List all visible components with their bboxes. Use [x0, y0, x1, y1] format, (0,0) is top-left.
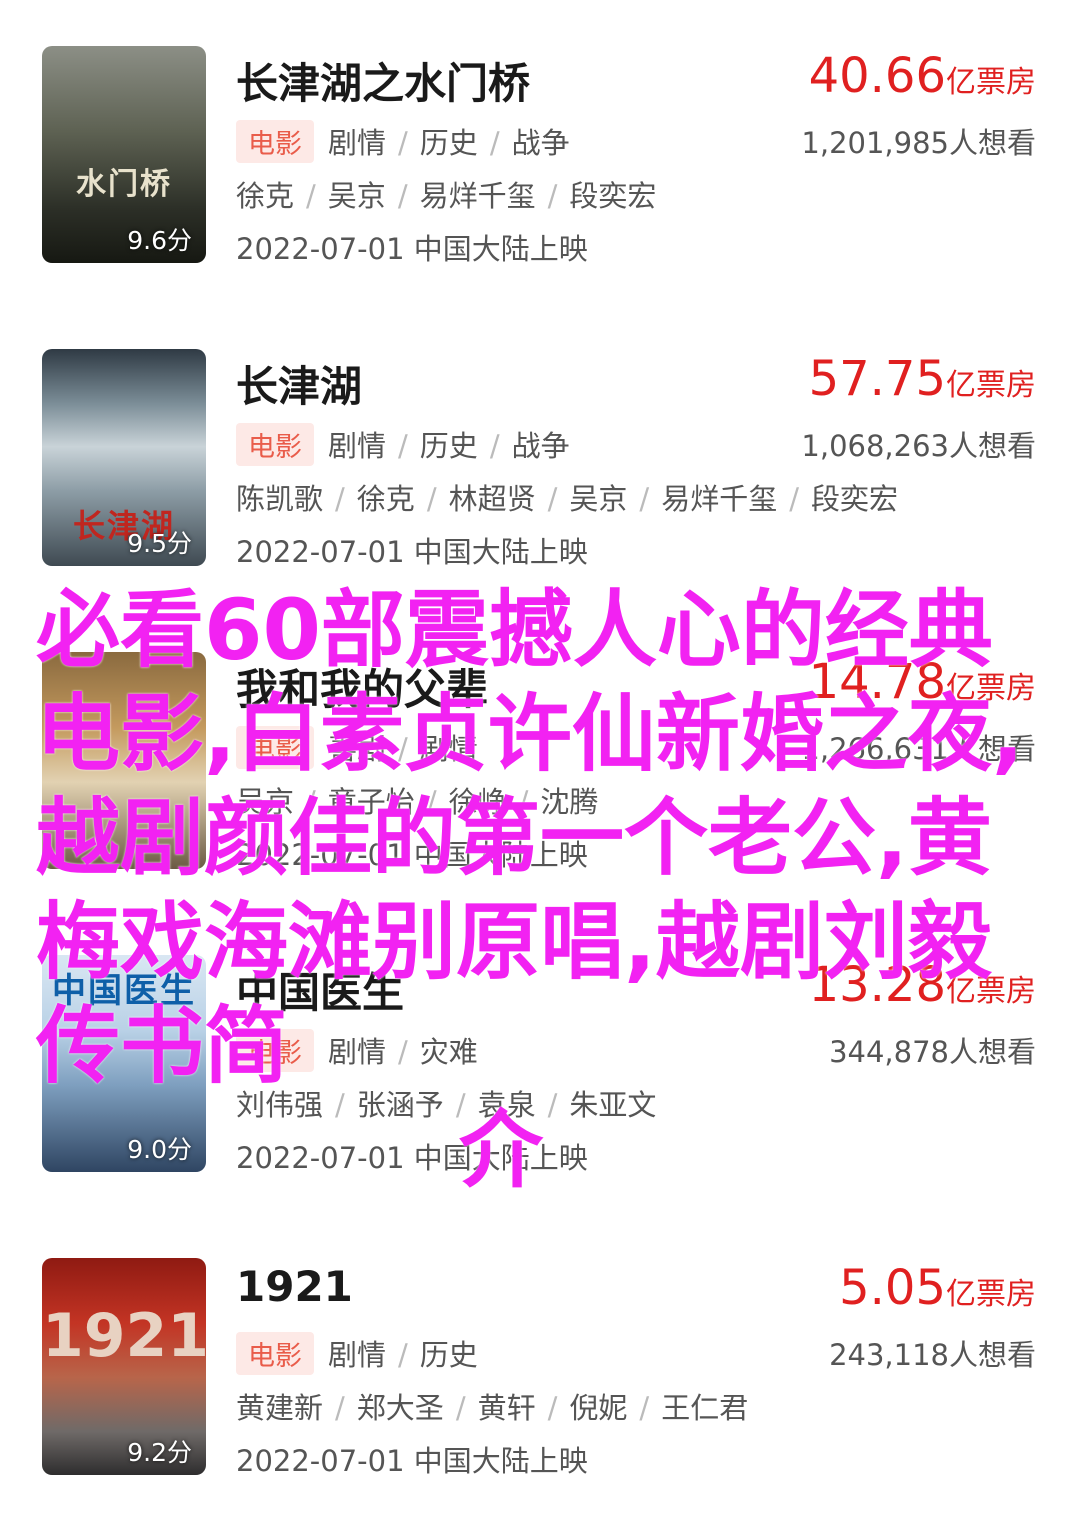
box-office-unit: 亿票房: [946, 65, 1036, 100]
release-date: 2022-07-01 中国大陆上映: [236, 535, 588, 569]
box-office: 5.05亿票房: [839, 1260, 1036, 1316]
movie-score: 9.6分: [127, 226, 192, 255]
cast-member: 郑大圣: [356, 1391, 444, 1425]
cast-line: 陈凯歌 / 徐克 / 林超贤 / 吴京 / 易烊千玺 / 段奕宏: [236, 482, 898, 516]
movie-score: 9.2分: [127, 1438, 192, 1467]
cast-line: 黄建新 / 郑大圣 / 黄轩 / 倪妮 / 王仁君: [236, 1391, 749, 1425]
cast-member: 段奕宏: [569, 179, 657, 213]
box-office-value: 5.05: [839, 1260, 946, 1316]
movie-poster[interactable]: 水门桥 9.6分: [42, 46, 206, 263]
want-count: 1,201,985人想看: [801, 126, 1036, 160]
movie-info: 长津湖 57.75亿票房 电影 剧情 / 历史 / 战争 1,068,263人想看 陈凯歌…: [236, 343, 1036, 573]
box-office-unit: 亿票房: [946, 368, 1036, 403]
want-count: 1,068,263人想看: [801, 429, 1036, 463]
type-badge: 电影: [236, 423, 314, 466]
overlay-text: 必看60部震撼人心的经典电影,白素贞许仙新婚之夜,越剧颜佳的第一个老公,黄梅戏海…: [36, 581, 1024, 1095]
release-date: 2022-07-01 中国大陆上映: [236, 1444, 588, 1478]
type-badge: 电影: [236, 120, 314, 163]
movie-poster[interactable]: 1921 9.2分: [42, 1258, 206, 1475]
cast-member: 倪妮: [569, 1391, 628, 1425]
genre-tag: 剧情: [328, 429, 387, 463]
cast-member: 吴京: [569, 482, 628, 516]
genre-tag: 剧情: [328, 126, 387, 160]
genre-line: 电影 剧情 / 历史 / 战争: [236, 120, 570, 163]
box-office-value: 57.75: [808, 351, 946, 407]
cast-member: 黄轩: [477, 1391, 536, 1425]
movie-title[interactable]: 长津湖: [236, 353, 362, 414]
poster-title-text: 1921: [42, 1301, 206, 1372]
type-badge: 电影: [236, 1332, 314, 1375]
genre-tag: 战争: [511, 429, 570, 463]
movie-score: 9.5分: [127, 529, 192, 558]
genre-tag: 历史: [419, 126, 478, 160]
poster-title-text: 水门桥: [76, 166, 172, 202]
cast-member: 黄建新: [236, 1391, 324, 1425]
cast-member: 段奕宏: [810, 482, 898, 516]
genre-tag: 历史: [419, 429, 478, 463]
box-office-unit: 亿票房: [946, 1277, 1036, 1312]
movie-info: 1921 5.05亿票房 电影 剧情 / 历史 243,118人想看 黄建新 / 郑大圣 /…: [236, 1252, 1036, 1482]
movie-info: 长津湖之水门桥 40.66亿票房 电影 剧情 / 历史 / 战争 1,201,985人想看…: [236, 40, 1036, 270]
cast-member: 吴京: [327, 179, 386, 213]
cast-member: 易烊千玺: [661, 482, 778, 516]
overlay-text-tail: 介: [458, 1101, 543, 1199]
genre-tag: 历史: [419, 1338, 478, 1372]
movie-card[interactable]: 1921 9.2分 1921 5.05亿票房 电影 剧情 / 历史 243,118人想…: [0, 1252, 1080, 1482]
release-date: 2022-07-01 中国大陆上映: [236, 232, 588, 266]
genre-tag: 战争: [511, 126, 570, 160]
movie-card[interactable]: 水门桥 9.6分 长津湖之水门桥 40.66亿票房 电影 剧情 / 历史 / 战争 1,2…: [0, 40, 1080, 270]
genre-line: 电影 剧情 / 历史 / 战争: [236, 423, 570, 466]
cast-member: 徐克: [236, 179, 295, 213]
genre-line: 电影 剧情 / 历史: [236, 1332, 478, 1375]
movie-title[interactable]: 1921: [236, 1262, 353, 1311]
genre-tag: 剧情: [328, 1338, 387, 1372]
cast-member: 易烊千玺: [419, 179, 536, 213]
movie-title[interactable]: 长津湖之水门桥: [236, 50, 530, 111]
cast-line: 徐克 / 吴京 / 易烊千玺 / 段奕宏: [236, 179, 657, 213]
box-office-value: 40.66: [808, 48, 946, 104]
cast-member: 陈凯歌: [236, 482, 324, 516]
box-office: 57.75亿票房: [809, 351, 1036, 407]
box-office: 40.66亿票房: [809, 48, 1036, 104]
watermark-title-overlay: 必看60部震撼人心的经典电影,白素贞许仙新婚之夜,越剧颜佳的第一个老公,黄梅戏海…: [36, 578, 1036, 1202]
cast-member: 王仁君: [661, 1391, 749, 1425]
movie-poster[interactable]: 长津湖 9.5分: [42, 349, 206, 566]
movie-card[interactable]: 长津湖 9.5分 长津湖 57.75亿票房 电影 剧情 / 历史 / 战争 1,068,2…: [0, 343, 1080, 573]
want-count: 243,118人想看: [829, 1338, 1036, 1372]
cast-member: 林超贤: [448, 482, 536, 516]
cast-member: 徐克: [356, 482, 415, 516]
